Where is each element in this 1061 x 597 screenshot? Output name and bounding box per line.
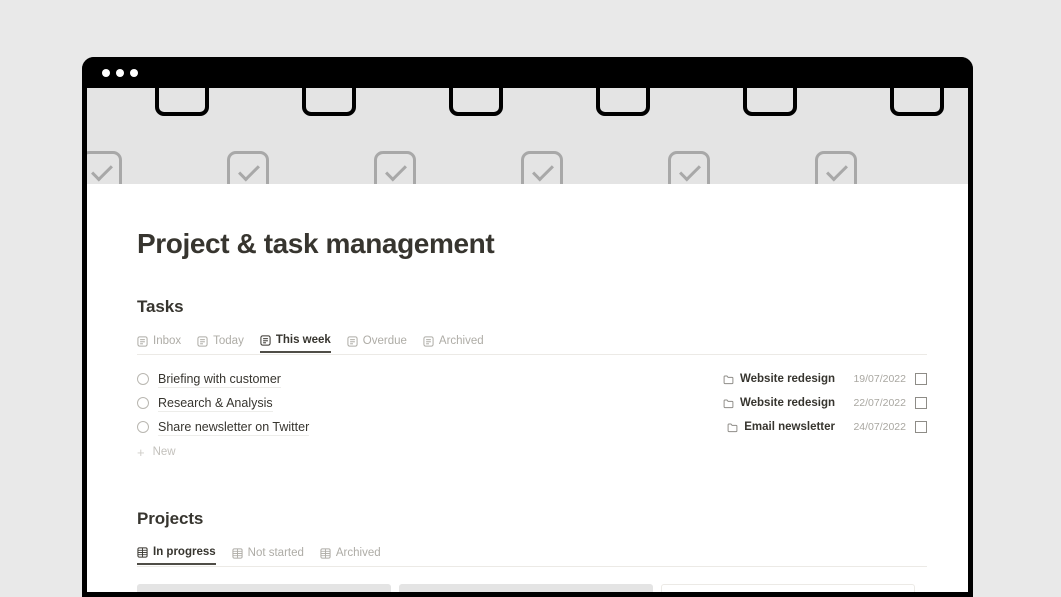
project-tab-not-started[interactable]: Not started	[232, 541, 304, 565]
task-due-date[interactable]: 24/07/2022	[844, 421, 906, 433]
list-view-icon	[137, 335, 148, 347]
tab-label: Today	[213, 335, 244, 347]
maximize-window-button[interactable]	[130, 69, 138, 77]
window-titlebar	[82, 57, 973, 88]
checkbox-check-icon	[87, 151, 123, 184]
task-project-tag[interactable]: Email newsletter	[727, 421, 835, 433]
project-card[interactable]	[661, 584, 915, 592]
list-view-icon	[423, 335, 434, 347]
task-complete-checkbox[interactable]	[137, 397, 149, 409]
task-project-label: Website redesign	[739, 373, 835, 385]
browser-window: Project & task management Tasks Inbox Tod…	[82, 57, 973, 597]
checkbox-check-icon	[814, 151, 857, 184]
tab-inbox[interactable]: Inbox	[137, 329, 181, 353]
task-due-date[interactable]: 19/07/2022	[844, 373, 906, 385]
task-list: Briefing with customer Website redesign 19…	[137, 367, 927, 439]
page-title: Project & task management	[137, 228, 495, 259]
plus-icon: +	[137, 444, 145, 460]
list-view-icon	[347, 335, 358, 347]
tab-label: Archived	[438, 335, 484, 347]
task-row: Share newsletter on Twitter Email newslet…	[137, 415, 927, 439]
projects-tabstrip: In progress Not started Archived	[137, 541, 927, 567]
folder-icon	[723, 398, 734, 409]
hero-banner	[87, 88, 968, 184]
new-task-button[interactable]: + New	[137, 441, 927, 463]
project-card[interactable]	[399, 584, 653, 592]
task-row: Briefing with customer Website redesign 19…	[137, 367, 927, 391]
task-title[interactable]: Share newsletter on Twitter	[158, 419, 310, 436]
task-due-date[interactable]: 22/07/2022	[844, 397, 906, 409]
tab-archived[interactable]: Archived	[423, 329, 484, 353]
list-view-icon	[260, 334, 271, 346]
checkbox-check-icon	[227, 151, 270, 184]
grid-view-icon	[320, 547, 331, 559]
checkbox-check-icon	[520, 151, 563, 184]
close-window-button[interactable]	[102, 69, 110, 77]
tab-label: Inbox	[153, 335, 182, 347]
project-card-grid	[137, 584, 927, 592]
page-viewport: Project & task management Tasks Inbox Tod…	[87, 88, 968, 592]
hero-tab-shape	[889, 88, 944, 116]
tab-this-week[interactable]: This week	[259, 329, 331, 353]
task-project-tag[interactable]: Website redesign	[723, 397, 835, 409]
hero-tab-shape	[155, 88, 210, 116]
minimize-window-button[interactable]	[116, 69, 124, 77]
project-tab-archived[interactable]: Archived	[320, 541, 381, 565]
tab-label: Not started	[247, 547, 304, 559]
page-content: Project & task management Tasks Inbox Tod…	[87, 184, 968, 592]
task-complete-checkbox[interactable]	[137, 421, 149, 433]
grid-view-icon	[232, 547, 243, 559]
tab-label: Overdue	[362, 335, 407, 347]
project-tab-in-progress[interactable]: In progress	[137, 541, 216, 565]
tab-label: In progress	[153, 546, 216, 558]
hero-tab-shape	[742, 88, 797, 116]
task-complete-checkbox[interactable]	[137, 373, 149, 385]
new-task-label: New	[152, 446, 176, 458]
checkbox-check-icon	[667, 151, 710, 184]
tab-overdue[interactable]: Overdue	[347, 329, 407, 353]
grid-view-icon	[137, 546, 148, 558]
task-project-label: Email newsletter	[744, 421, 835, 433]
hero-tab-shape	[302, 88, 357, 116]
task-flag-checkbox[interactable]	[915, 373, 927, 385]
folder-icon	[727, 422, 738, 433]
tasks-tabstrip: Inbox Today This week Overdue Archived	[137, 329, 927, 355]
task-row: Research & Analysis Website redesign 22/07…	[137, 391, 927, 415]
checkbox-check-icon	[374, 151, 417, 184]
task-title[interactable]: Research & Analysis	[158, 395, 273, 412]
task-project-tag[interactable]: Website redesign	[723, 373, 835, 385]
hero-tab-shape	[595, 88, 650, 116]
tab-today[interactable]: Today	[197, 329, 244, 353]
task-flag-checkbox[interactable]	[915, 421, 927, 433]
hero-tab-shape	[449, 88, 504, 116]
folder-icon	[723, 374, 734, 385]
list-view-icon	[197, 335, 208, 347]
task-flag-checkbox[interactable]	[915, 397, 927, 409]
task-title[interactable]: Briefing with customer	[158, 371, 281, 388]
tasks-section-heading: Tasks	[137, 297, 184, 316]
projects-section-heading: Projects	[137, 509, 204, 528]
project-card[interactable]	[137, 584, 391, 592]
tab-label: This week	[275, 334, 331, 346]
task-project-label: Website redesign	[739, 397, 835, 409]
tab-label: Archived	[335, 547, 381, 559]
